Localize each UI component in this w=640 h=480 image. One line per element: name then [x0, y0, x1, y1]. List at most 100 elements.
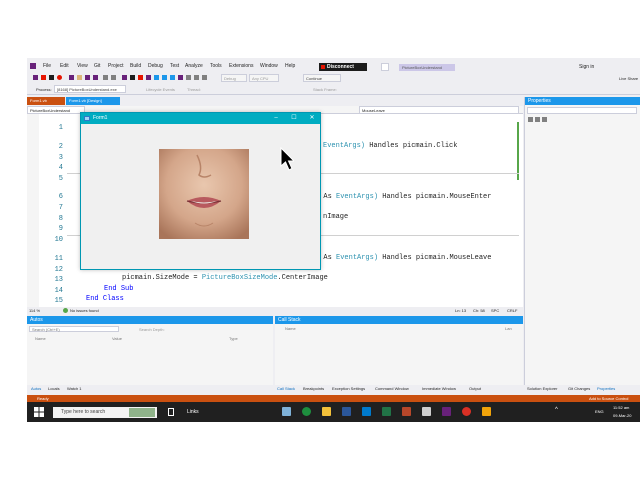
- configuration-select[interactable]: Debug: [221, 74, 247, 82]
- clock-time[interactable]: 11:52 am: [613, 405, 629, 410]
- code-line-13: picmain.SizeMode = PictureBoxSizeMode.Ce…: [122, 274, 328, 282]
- tab-command-window[interactable]: Command Window: [375, 386, 409, 391]
- line-number: 7: [58, 204, 63, 212]
- tab-form1-design[interactable]: Form1.vb [Design]: [66, 97, 120, 105]
- line-position: Ln: 13: [455, 308, 467, 313]
- line-number: 3: [58, 154, 63, 162]
- break-all-icon[interactable]: [49, 75, 54, 80]
- alphabetical-icon[interactable]: [535, 117, 540, 122]
- file-explorer-icon[interactable]: [282, 407, 291, 416]
- comment-icon[interactable]: [202, 75, 207, 80]
- picmain-picturebox[interactable]: [159, 149, 249, 239]
- indent-mode[interactable]: SPC: [491, 308, 499, 313]
- menu-view[interactable]: View: [77, 63, 88, 69]
- back-icon[interactable]: [33, 75, 38, 80]
- properties-object-select[interactable]: [527, 107, 637, 114]
- word-icon[interactable]: [342, 407, 351, 416]
- show-next-icon[interactable]: [146, 75, 151, 80]
- tab-autos[interactable]: Autos: [31, 386, 41, 391]
- app-icon[interactable]: [422, 407, 431, 416]
- clock-date[interactable]: 09-Mar-20: [613, 413, 631, 418]
- issues-status[interactable]: No issues found: [70, 308, 99, 313]
- menu-file[interactable]: File: [43, 63, 51, 69]
- menu-git[interactable]: Git: [94, 63, 100, 69]
- open-folder-icon[interactable]: [77, 75, 82, 80]
- links-toolbar[interactable]: Links: [187, 409, 199, 415]
- tab-solution-explorer[interactable]: Solution Explorer: [527, 386, 557, 391]
- tab-form1-vb[interactable]: Form1.vb: [27, 97, 65, 105]
- sign-in-link[interactable]: Sign in: [579, 64, 594, 70]
- stop-debug-icon[interactable]: [41, 75, 46, 80]
- project-select[interactable]: PictureBoxUnderstand: [27, 106, 85, 114]
- excel-icon[interactable]: [382, 407, 391, 416]
- form1-title-bar[interactable]: Form1 – ☐ ✕: [81, 113, 320, 124]
- menu-tools[interactable]: Tools: [210, 63, 222, 69]
- menu-extensions[interactable]: Extensions: [229, 63, 253, 69]
- pause-icon[interactable]: [130, 75, 135, 80]
- maximize-button[interactable]: ☐: [287, 113, 301, 124]
- process-icon[interactable]: [122, 75, 127, 80]
- search-icon[interactable]: [381, 63, 389, 71]
- tab-locals[interactable]: Locals: [48, 386, 60, 391]
- stop-icon[interactable]: [138, 75, 143, 80]
- categorized-icon[interactable]: [528, 117, 533, 122]
- save-icon[interactable]: [85, 75, 90, 80]
- step-over-icon[interactable]: [162, 75, 167, 80]
- step-into-icon[interactable]: [154, 75, 159, 80]
- form1-window[interactable]: Form1 – ☐ ✕: [80, 112, 321, 270]
- member-select[interactable]: MouseLeave: [359, 106, 519, 114]
- new-project-icon[interactable]: [69, 75, 74, 80]
- bookmark-icon[interactable]: [194, 75, 199, 80]
- save-all-icon[interactable]: [93, 75, 98, 80]
- tab-breakpoints[interactable]: Breakpoints: [303, 386, 324, 391]
- tab-watch-1[interactable]: Watch 1: [67, 386, 82, 391]
- tab-call-stack[interactable]: Call Stack: [277, 386, 295, 391]
- folder-icon[interactable]: [322, 407, 331, 416]
- menu-project[interactable]: Project: [108, 63, 124, 69]
- close-button[interactable]: ✕: [305, 113, 319, 124]
- undo-icon[interactable]: [103, 75, 108, 80]
- edge-icon[interactable]: [302, 407, 311, 416]
- platform-select[interactable]: Any CPU: [249, 74, 279, 82]
- debug-disconnect-button[interactable]: Disconnect: [319, 63, 367, 71]
- breakpoint-icon[interactable]: [186, 75, 191, 80]
- chevron-up-icon[interactable]: ^: [555, 407, 558, 413]
- editor-gutter: [27, 114, 39, 307]
- continue-button[interactable]: Continue: [303, 74, 341, 82]
- add-to-source-control-button[interactable]: Add to Source Control: [589, 396, 628, 401]
- lifecycle-events-button[interactable]: Lifecycle Events: [146, 87, 175, 92]
- wrench-icon[interactable]: [542, 117, 547, 122]
- menu-test[interactable]: Test: [170, 63, 179, 69]
- autos-search-input[interactable]: Search (Ctrl+E): [29, 326, 119, 332]
- status-bar: Ready Add to Source Control: [27, 395, 640, 402]
- chrome-icon[interactable]: [462, 407, 471, 416]
- tab-git-changes[interactable]: Git Changes: [568, 386, 590, 391]
- language-indicator[interactable]: ENG: [595, 409, 604, 414]
- redo-icon[interactable]: [111, 75, 116, 80]
- line-ending[interactable]: CRLF: [507, 308, 517, 313]
- live-share-button[interactable]: Live Share: [619, 76, 638, 81]
- menu-help[interactable]: Help: [285, 63, 295, 69]
- menu-build[interactable]: Build: [130, 63, 141, 69]
- tab-output[interactable]: Output: [469, 386, 481, 391]
- menu-edit[interactable]: Edit: [60, 63, 69, 69]
- menu-window[interactable]: Window: [260, 63, 278, 69]
- minimize-button[interactable]: –: [269, 113, 283, 124]
- tab-exception-settings[interactable]: Exception Settings: [332, 386, 365, 391]
- task-view-icon[interactable]: [168, 408, 174, 416]
- process-select[interactable]: [8168] PictureBoxUnderstand.exe: [54, 85, 126, 93]
- menu-debug[interactable]: Debug: [148, 63, 163, 69]
- pinned-app-icon[interactable]: [482, 407, 491, 416]
- hot-reload-icon[interactable]: [178, 75, 183, 80]
- line-number: 6: [58, 193, 63, 201]
- windows-start-icon[interactable]: [34, 407, 44, 417]
- visual-studio-icon[interactable]: [442, 407, 451, 416]
- menu-analyze[interactable]: Analyze: [185, 63, 203, 69]
- restart-icon[interactable]: [57, 75, 62, 80]
- step-out-icon[interactable]: [170, 75, 175, 80]
- tab-properties[interactable]: Properties: [597, 386, 615, 391]
- powerpoint-icon[interactable]: [402, 407, 411, 416]
- tab-immediate-window[interactable]: Immediate Window: [422, 386, 456, 391]
- vscode-icon[interactable]: [362, 407, 371, 416]
- zoom-level[interactable]: 114 %: [29, 308, 40, 313]
